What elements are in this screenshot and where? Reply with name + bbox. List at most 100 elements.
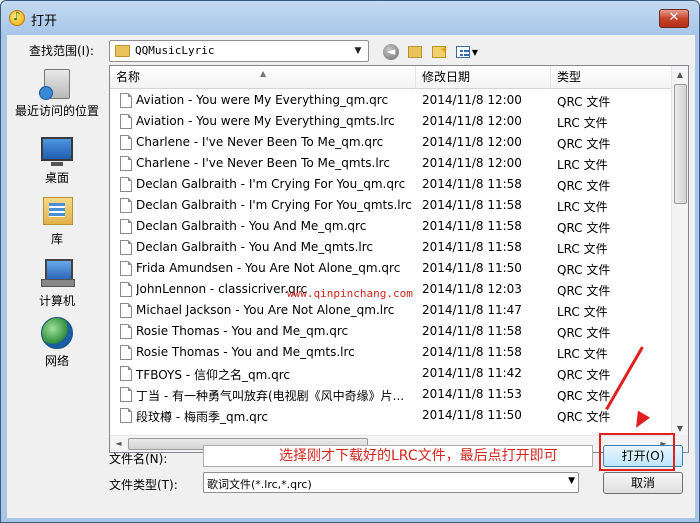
file-name: Declan Galbraith - You And Me_qmts.lrc bbox=[136, 240, 373, 254]
cancel-button[interactable]: 取消 bbox=[603, 472, 683, 494]
file-row[interactable]: Aviation - You were My Everything_qm.qrc… bbox=[110, 90, 672, 111]
file-icon bbox=[120, 240, 132, 255]
highlight-box-annotation bbox=[599, 433, 675, 471]
place-label: 计算机 bbox=[38, 294, 75, 308]
file-row[interactable]: 丁当 - 有一种勇气叫放弃(电视剧《风中奇缘》片... 2014/11/8 11:… bbox=[110, 384, 672, 405]
file-name: Aviation - You were My Everything_qm.qrc bbox=[136, 93, 389, 107]
file-name: Declan Galbraith - You And Me_qm.qrc bbox=[136, 219, 367, 233]
file-type: QRC 文件 bbox=[557, 410, 611, 424]
place-label: 最近访问的位置 bbox=[14, 104, 99, 118]
file-row[interactable]: Frida Amundsen - You Are Not Alone_qm.qr… bbox=[110, 258, 672, 279]
file-date: 2014/11/8 12:00 bbox=[422, 93, 522, 107]
file-row[interactable]: Aviation - You were My Everything_qmts.l… bbox=[110, 111, 672, 132]
file-date: 2014/11/8 11:47 bbox=[422, 303, 522, 317]
new-folder-button[interactable]: ✦ bbox=[429, 41, 449, 61]
vertical-scrollbar[interactable]: ▲ ▼ bbox=[671, 66, 688, 437]
file-row[interactable]: Michael Jackson - You Are Not Alone_qm.l… bbox=[110, 300, 672, 321]
file-row[interactable]: Charlene - I've Never Been To Me_qm.qrc 2… bbox=[110, 132, 672, 153]
file-type: QRC 文件 bbox=[557, 221, 611, 235]
lookin-label: 查找范围(I): bbox=[29, 44, 94, 58]
view-menu-button[interactable]: ▼ bbox=[453, 41, 481, 61]
place-network[interactable]: 网络 bbox=[7, 317, 107, 369]
file-name: Aviation - You were My Everything_qmts.l… bbox=[136, 114, 395, 128]
file-row[interactable]: Rosie Thomas - You and Me_qmts.lrc 2014/1… bbox=[110, 342, 672, 363]
file-icon bbox=[120, 387, 132, 402]
window-title: 打开 bbox=[31, 14, 58, 29]
view-icon bbox=[455, 46, 470, 58]
chevron-down-icon: ▼ bbox=[568, 476, 575, 486]
file-type: QRC 文件 bbox=[557, 326, 611, 340]
column-header-date[interactable]: 修改日期 bbox=[416, 66, 551, 89]
place-label: 桌面 bbox=[44, 171, 69, 185]
file-date: 2014/11/8 11:58 bbox=[422, 198, 522, 212]
lookin-dropdown[interactable]: QQMusicLyric ▼ bbox=[109, 40, 369, 62]
file-icon bbox=[120, 345, 132, 360]
file-type: QRC 文件 bbox=[557, 179, 611, 193]
column-header-name[interactable]: 名称 ▲ bbox=[110, 66, 416, 89]
file-name: Rosie Thomas - You and Me_qm.qrc bbox=[136, 324, 349, 338]
file-name: 丁当 - 有一种勇气叫放弃(电视剧《风中奇缘》片... bbox=[136, 389, 405, 403]
file-row[interactable]: Declan Galbraith - I'm Crying For You_qm… bbox=[110, 195, 672, 216]
dialog-body: 查找范围(I): QQMusicLyric ▼ ◄ ✦ ▼ 最近访问的位置 桌面… bbox=[7, 35, 695, 518]
file-icon bbox=[120, 303, 132, 318]
sparkle-icon: ✦ bbox=[440, 45, 449, 56]
file-type: QRC 文件 bbox=[557, 389, 611, 403]
place-computer[interactable]: 计算机 bbox=[7, 257, 107, 309]
title-bar[interactable]: 打开 ✕ bbox=[1, 1, 699, 35]
file-name: Charlene - I've Never Been To Me_qm.qrc bbox=[136, 135, 384, 149]
column-header-type[interactable]: 类型 bbox=[551, 66, 672, 89]
file-date: 2014/11/8 12:03 bbox=[422, 282, 522, 296]
vertical-scroll-thumb[interactable] bbox=[674, 84, 687, 204]
computer-icon bbox=[41, 257, 75, 289]
lookin-value: QQMusicLyric bbox=[135, 44, 215, 57]
file-date: 2014/11/8 11:50 bbox=[422, 261, 522, 275]
place-recent[interactable]: 最近访问的位置 bbox=[7, 69, 107, 119]
file-row[interactable]: Charlene - I've Never Been To Me_qmts.lr… bbox=[110, 153, 672, 174]
place-libraries[interactable]: 库 bbox=[7, 195, 107, 247]
file-date: 2014/11/8 11:58 bbox=[422, 240, 522, 254]
file-row[interactable]: Declan Galbraith - You And Me_qm.qrc 2014… bbox=[110, 216, 672, 237]
file-row[interactable]: 段玟樽 - 梅雨季_qm.qrc 2014/11/8 11:50 QRC 文件 bbox=[110, 405, 672, 426]
file-icon bbox=[120, 156, 132, 171]
file-row[interactable]: Rosie Thomas - You and Me_qm.qrc 2014/11/… bbox=[110, 321, 672, 342]
file-date: 2014/11/8 11:42 bbox=[422, 366, 522, 380]
file-date: 2014/11/8 11:58 bbox=[422, 177, 522, 191]
file-date: 2014/11/8 12:00 bbox=[422, 156, 522, 170]
scroll-up-icon[interactable]: ▲ bbox=[672, 66, 688, 83]
sort-ascending-icon: ▲ bbox=[260, 69, 267, 78]
file-row[interactable]: TFBOYS - 信仰之名_qm.qrc 2014/11/8 11:42 QRC 文… bbox=[110, 363, 672, 384]
file-type: QRC 文件 bbox=[557, 137, 611, 151]
watermark: www.qinpinchang.com bbox=[287, 287, 413, 300]
close-button[interactable]: ✕ bbox=[659, 9, 689, 28]
places-bar: 最近访问的位置 桌面 库 计算机 网络 bbox=[7, 65, 107, 425]
file-icon bbox=[120, 198, 132, 213]
up-folder-button[interactable] bbox=[405, 41, 425, 61]
desktop-icon bbox=[41, 137, 73, 166]
file-icon bbox=[120, 366, 132, 381]
filetype-value: 歌词文件(*.lrc,*.qrc) bbox=[207, 478, 312, 491]
file-date: 2014/11/8 11:53 bbox=[422, 387, 522, 401]
file-icon bbox=[120, 177, 132, 192]
place-desktop[interactable]: 桌面 bbox=[7, 133, 107, 186]
file-row[interactable]: Declan Galbraith - I'm Crying For You_qm… bbox=[110, 174, 672, 195]
chevron-down-icon: ▼ bbox=[354, 46, 362, 56]
file-date: 2014/11/8 11:50 bbox=[422, 408, 522, 422]
file-icon bbox=[120, 93, 132, 108]
file-list[interactable]: 名称 ▲ 修改日期 类型 Aviation - You were My Ever… bbox=[109, 65, 689, 453]
back-button[interactable]: ◄ bbox=[381, 41, 401, 61]
file-type: QRC 文件 bbox=[557, 95, 611, 109]
file-date: 2014/11/8 11:58 bbox=[422, 219, 522, 233]
file-name: Michael Jackson - You Are Not Alone_qm.l… bbox=[136, 303, 395, 317]
file-type: LRC 文件 bbox=[557, 347, 608, 361]
file-name: Declan Galbraith - I'm Crying For You_qm… bbox=[136, 177, 406, 191]
file-icon bbox=[120, 135, 132, 150]
recent-places-icon bbox=[39, 69, 70, 100]
filetype-label: 文件类型(T): bbox=[109, 478, 178, 492]
file-name: 段玟樽 - 梅雨季_qm.qrc bbox=[136, 410, 268, 424]
filetype-dropdown[interactable]: 歌词文件(*.lrc,*.qrc) ▼ bbox=[203, 472, 579, 493]
file-type: LRC 文件 bbox=[557, 116, 608, 130]
file-date: 2014/11/8 11:58 bbox=[422, 324, 522, 338]
file-type: QRC 文件 bbox=[557, 368, 611, 382]
file-row[interactable]: Declan Galbraith - You And Me_qmts.lrc 20… bbox=[110, 237, 672, 258]
file-date: 2014/11/8 11:58 bbox=[422, 345, 522, 359]
